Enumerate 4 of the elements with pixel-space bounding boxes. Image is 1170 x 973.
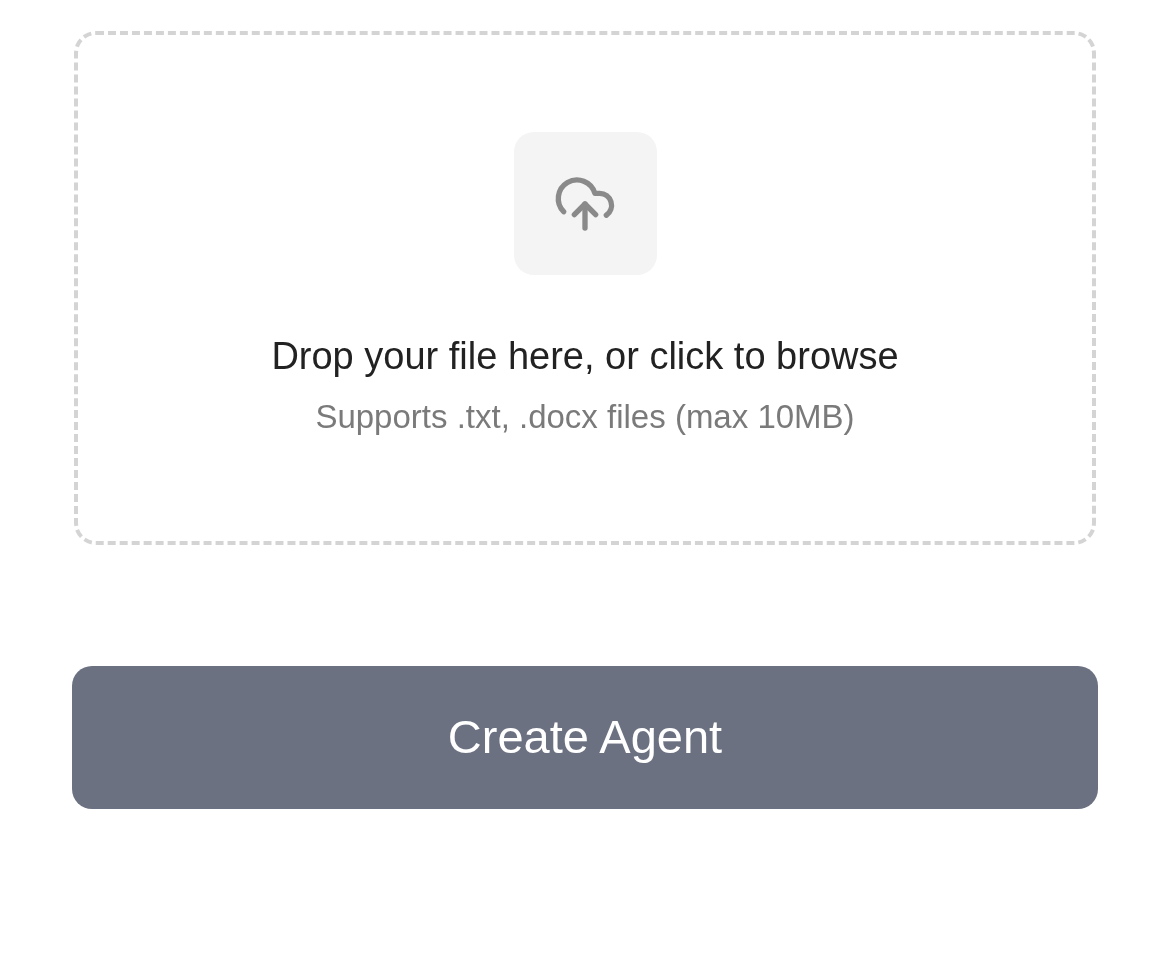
file-support-hint: Supports .txt, .docx files (max 10MB) [315,397,855,437]
file-drop-zone[interactable]: Drop your file here, or click to browse Supports .txt, .docx files (max 10MB) [74,31,1096,545]
drop-instruction: Drop your file here, or click to browse [271,334,899,379]
create-agent-button[interactable]: Create Agent [72,666,1098,809]
